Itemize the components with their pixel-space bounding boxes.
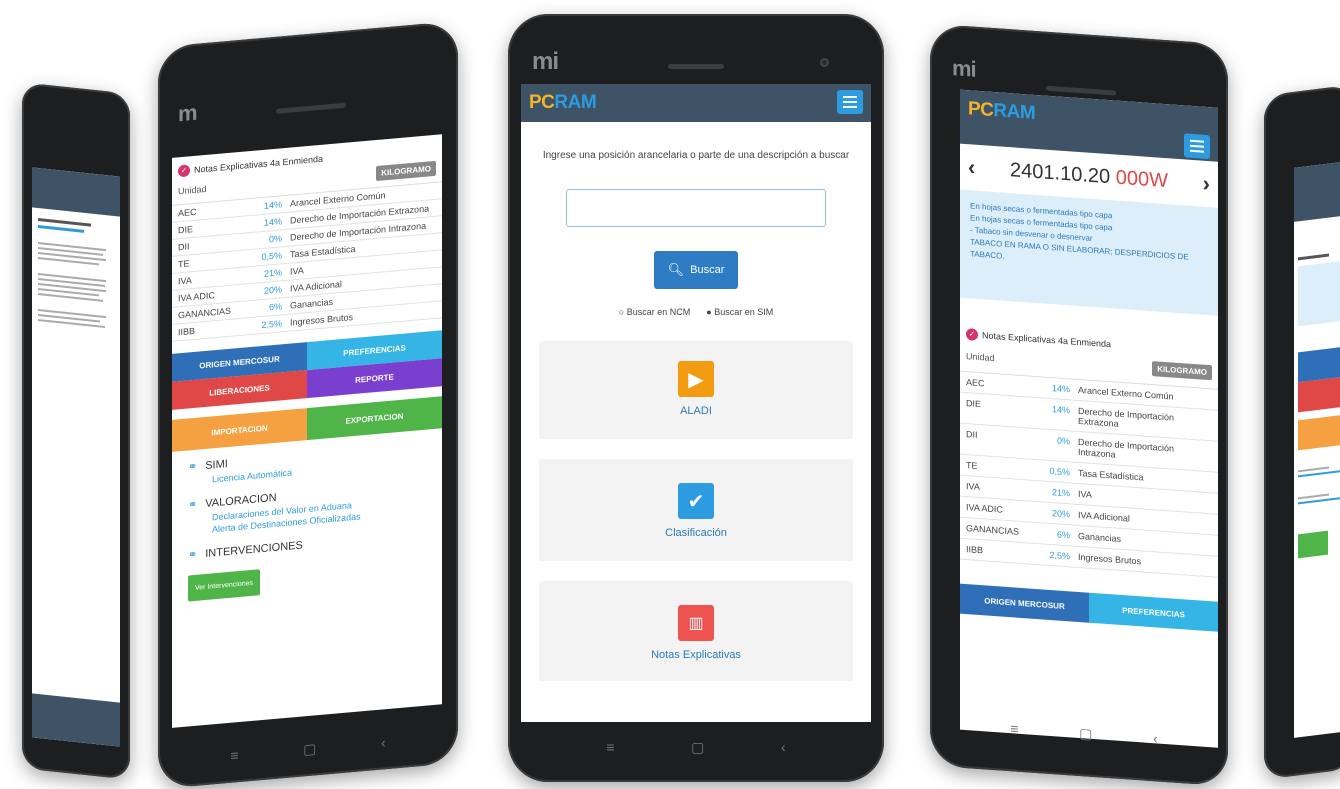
link-icon: ⚭	[188, 498, 198, 512]
mi-logo: mi	[952, 55, 976, 82]
content-lines	[1294, 214, 1340, 564]
footer-bar	[32, 693, 120, 747]
chevron-left-icon[interactable]: ‹	[968, 154, 975, 181]
clasificacion-card[interactable]: ✔ Clasificación	[539, 459, 853, 561]
phone-left: m ✓ Notas Explicativas 4a Enmienda Unida…	[158, 20, 458, 789]
speaker	[668, 64, 724, 69]
notas-label: Notas Explicativas	[651, 649, 741, 661]
back-key[interactable]: ‹	[1153, 730, 1158, 747]
phone-right: mi PCRAM ‹ 2401.10.20 000W › En hojas se…	[930, 23, 1228, 787]
ver-intervenciones-button[interactable]: Ver Intervenciones	[188, 569, 260, 602]
home-key[interactable]: ▢	[303, 740, 316, 758]
camera	[820, 58, 829, 67]
link-icon: ⚭	[188, 548, 198, 562]
soft-keys: ≡ ▢ ‹	[568, 739, 824, 756]
chevron-down-icon[interactable]: ✓	[178, 164, 190, 178]
soft-keys: ≡ ▢ ‹	[198, 731, 418, 767]
menu-icon[interactable]	[1184, 133, 1210, 160]
home-key[interactable]: ▢	[1079, 725, 1092, 743]
aladi-label: ALADI	[680, 405, 712, 417]
link-icon: ⚭	[188, 460, 198, 474]
content-lines	[32, 207, 120, 338]
aladi-card[interactable]: ▶ ALADI	[539, 341, 853, 439]
origen-mercosur-button[interactable]: ORIGEN MERCOSUR	[960, 583, 1089, 623]
preferencias-button[interactable]: PREFERENCIAS	[1089, 592, 1218, 632]
mi-logo: m	[178, 99, 197, 127]
app-header: PCRAM	[521, 84, 871, 122]
phone-center-screen: PCRAM Ingrese una posición arancelaria o…	[521, 84, 871, 722]
code-description: En hojas secas o fermentadas tipo capa E…	[960, 189, 1218, 316]
radio-ncm[interactable]: ○ Buscar en NCM	[619, 307, 690, 317]
speaker	[1046, 85, 1116, 96]
tariff-table: AEC 14% Arancel Externo Común DIE 14% Derech…	[960, 371, 1218, 578]
map-icon: ▶	[678, 361, 714, 397]
unit-badge: KILOGRAMO	[1152, 361, 1212, 381]
search-mode-radios: ○ Buscar en NCM ● Buscar en SIM	[521, 307, 871, 317]
code-suffix: 000W	[1115, 166, 1168, 192]
radio-sim[interactable]: ● Buscar en SIM	[706, 307, 773, 317]
phone-far-right	[1264, 84, 1340, 780]
pcram-logo: PCRAM	[968, 98, 1036, 124]
intervenciones-title: INTERVENCIONES	[205, 538, 303, 560]
unit-label: Unidad	[178, 183, 207, 196]
button-row: ORIGEN MERCOSUR PREFERENCIAS	[960, 583, 1218, 632]
mi-logo: mi	[532, 48, 559, 75]
clasificacion-label: Clasificación	[665, 527, 727, 539]
links-section: ⚭ SIMI Licencia Automática ⚭ VALORACION …	[172, 428, 442, 613]
back-key[interactable]: ‹	[781, 739, 786, 756]
simi-title: SIMI	[205, 457, 228, 472]
menu-key[interactable]: ≡	[606, 739, 614, 756]
menu-icon[interactable]	[837, 90, 863, 114]
phone-far-right-screen	[1294, 160, 1340, 738]
menu-key[interactable]: ≡	[230, 747, 238, 765]
code-main: 2401.10.20	[1010, 158, 1111, 188]
pcram-logo: PCRAM	[529, 92, 597, 113]
code-title: 2401.10.20 000W	[1010, 159, 1168, 193]
search-input[interactable]	[566, 189, 826, 227]
check-icon: ✔	[678, 483, 714, 519]
search-button-label: Buscar	[690, 264, 725, 276]
header-bar	[1294, 160, 1340, 222]
phone-right-screen: PCRAM ‹ 2401.10.20 000W › En hojas secas…	[960, 89, 1218, 748]
tariff-table: AEC 14% Arancel Externo Común DIE 14% Derech…	[172, 182, 442, 342]
search-button[interactable]: 🔍︎ Buscar	[654, 251, 738, 289]
phone-center: mi PCRAM Ingrese una posición arancelari…	[508, 14, 884, 782]
search-icon: 🔍︎	[667, 262, 685, 277]
chevron-down-icon[interactable]: ✓	[966, 328, 978, 341]
menu-key[interactable]: ≡	[1010, 720, 1018, 738]
phone-far-left-screen	[32, 167, 120, 747]
search-prompt: Ingrese una posición arancelaria o parte…	[542, 150, 850, 161]
back-key[interactable]: ‹	[381, 734, 386, 751]
book-icon: ▥	[678, 605, 714, 641]
chevron-right-icon[interactable]: ›	[1203, 171, 1210, 198]
speaker	[276, 102, 346, 114]
phone-far-left	[22, 82, 130, 780]
notas-card[interactable]: ▥ Notas Explicativas	[539, 581, 853, 681]
unit-badge: KILOGRAMO	[376, 160, 436, 182]
phone-left-screen: ✓ Notas Explicativas 4a Enmienda Unidad …	[172, 134, 442, 728]
home-key[interactable]: ▢	[691, 739, 704, 756]
unit-label: Unidad	[966, 350, 995, 363]
